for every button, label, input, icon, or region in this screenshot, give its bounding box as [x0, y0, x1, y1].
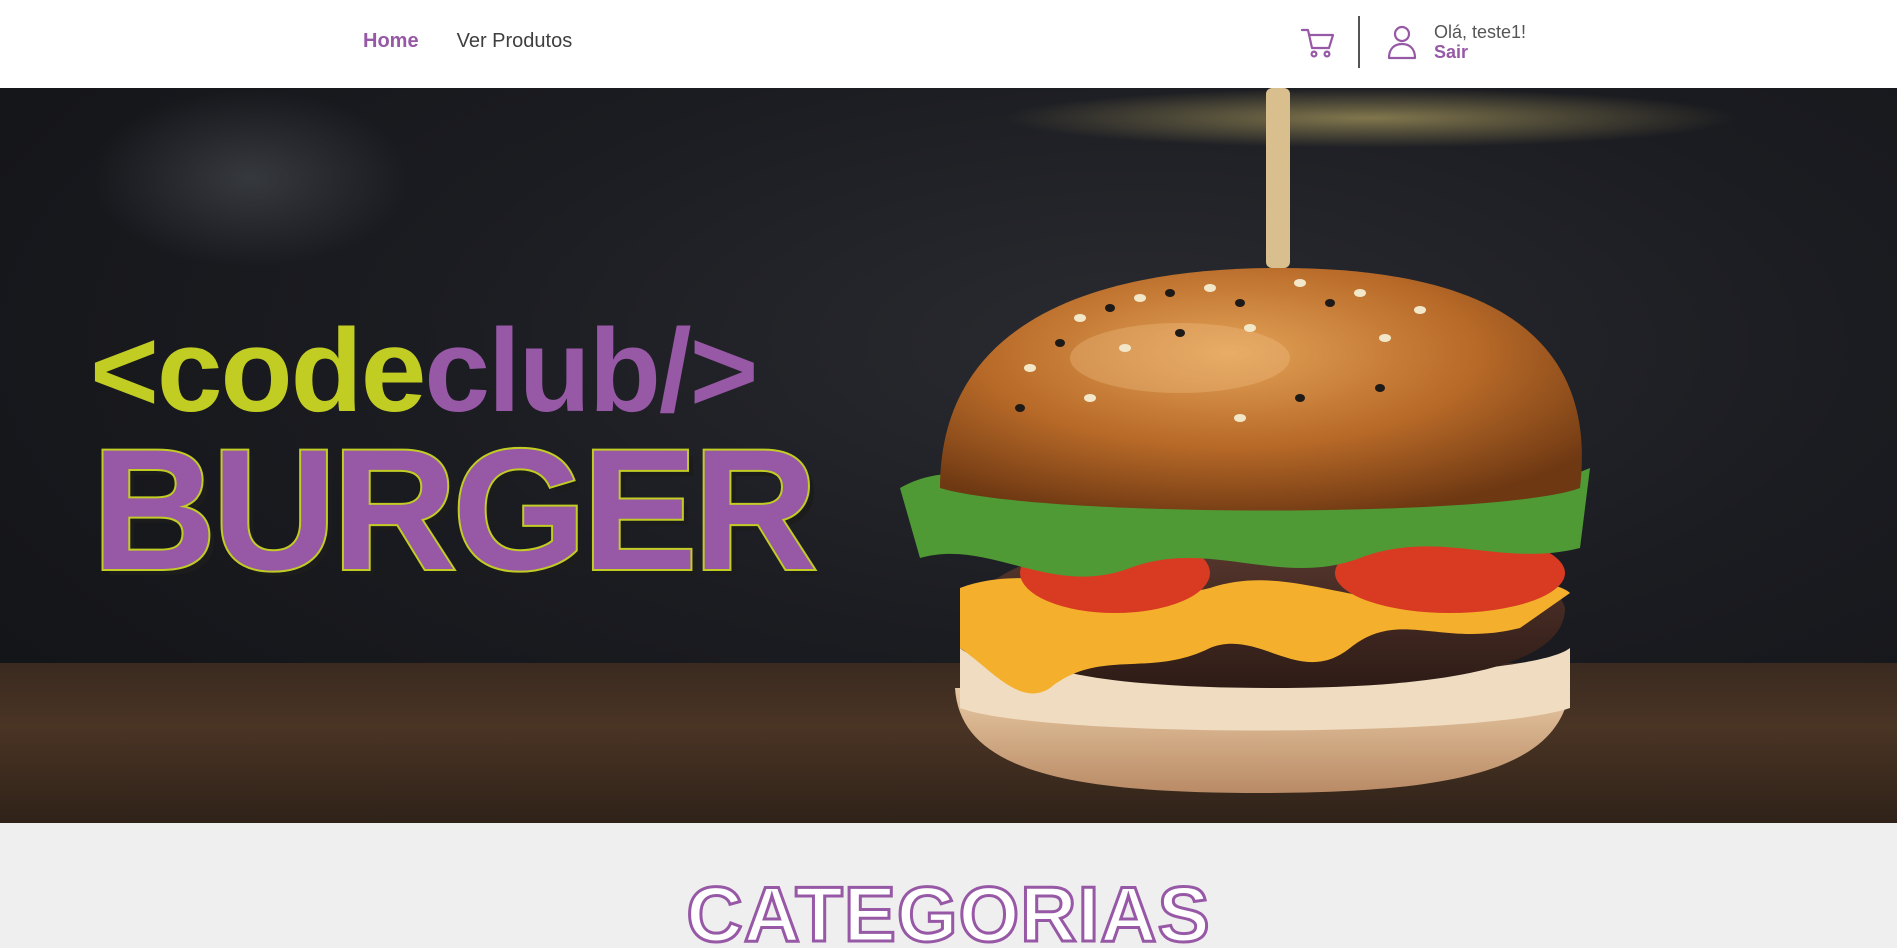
hero-banner: <codeclub/> BURGER BURGER — [0, 88, 1897, 823]
top-header: Home Ver Produtos Olá, teste1! Sair — [0, 0, 1897, 88]
nav-products-link[interactable]: Ver Produtos — [457, 30, 573, 53]
logo-word: BURGER — [92, 414, 814, 593]
categories-section: CATEGORIAS — [0, 823, 1897, 948]
main-nav: Home Ver Produtos — [363, 30, 572, 53]
user-info: Olá, teste1! Sair — [1434, 22, 1526, 62]
header-user-area: Olá, teste1! Sair — [1300, 16, 1526, 68]
user-icon — [1387, 25, 1417, 60]
codeclub-burger-logo: <codeclub/> BURGER BURGER — [90, 305, 824, 593]
user-greeting: Olá, teste1! — [1434, 22, 1527, 42]
nav-home-link[interactable]: Home — [363, 30, 419, 53]
burger-image — [900, 88, 1590, 793]
header-divider — [1358, 16, 1360, 68]
background-light — [90, 88, 410, 268]
logout-link[interactable]: Sair — [1434, 42, 1526, 62]
categories-title: CATEGORIAS — [685, 870, 1211, 948]
cart-icon[interactable] — [1300, 24, 1336, 60]
